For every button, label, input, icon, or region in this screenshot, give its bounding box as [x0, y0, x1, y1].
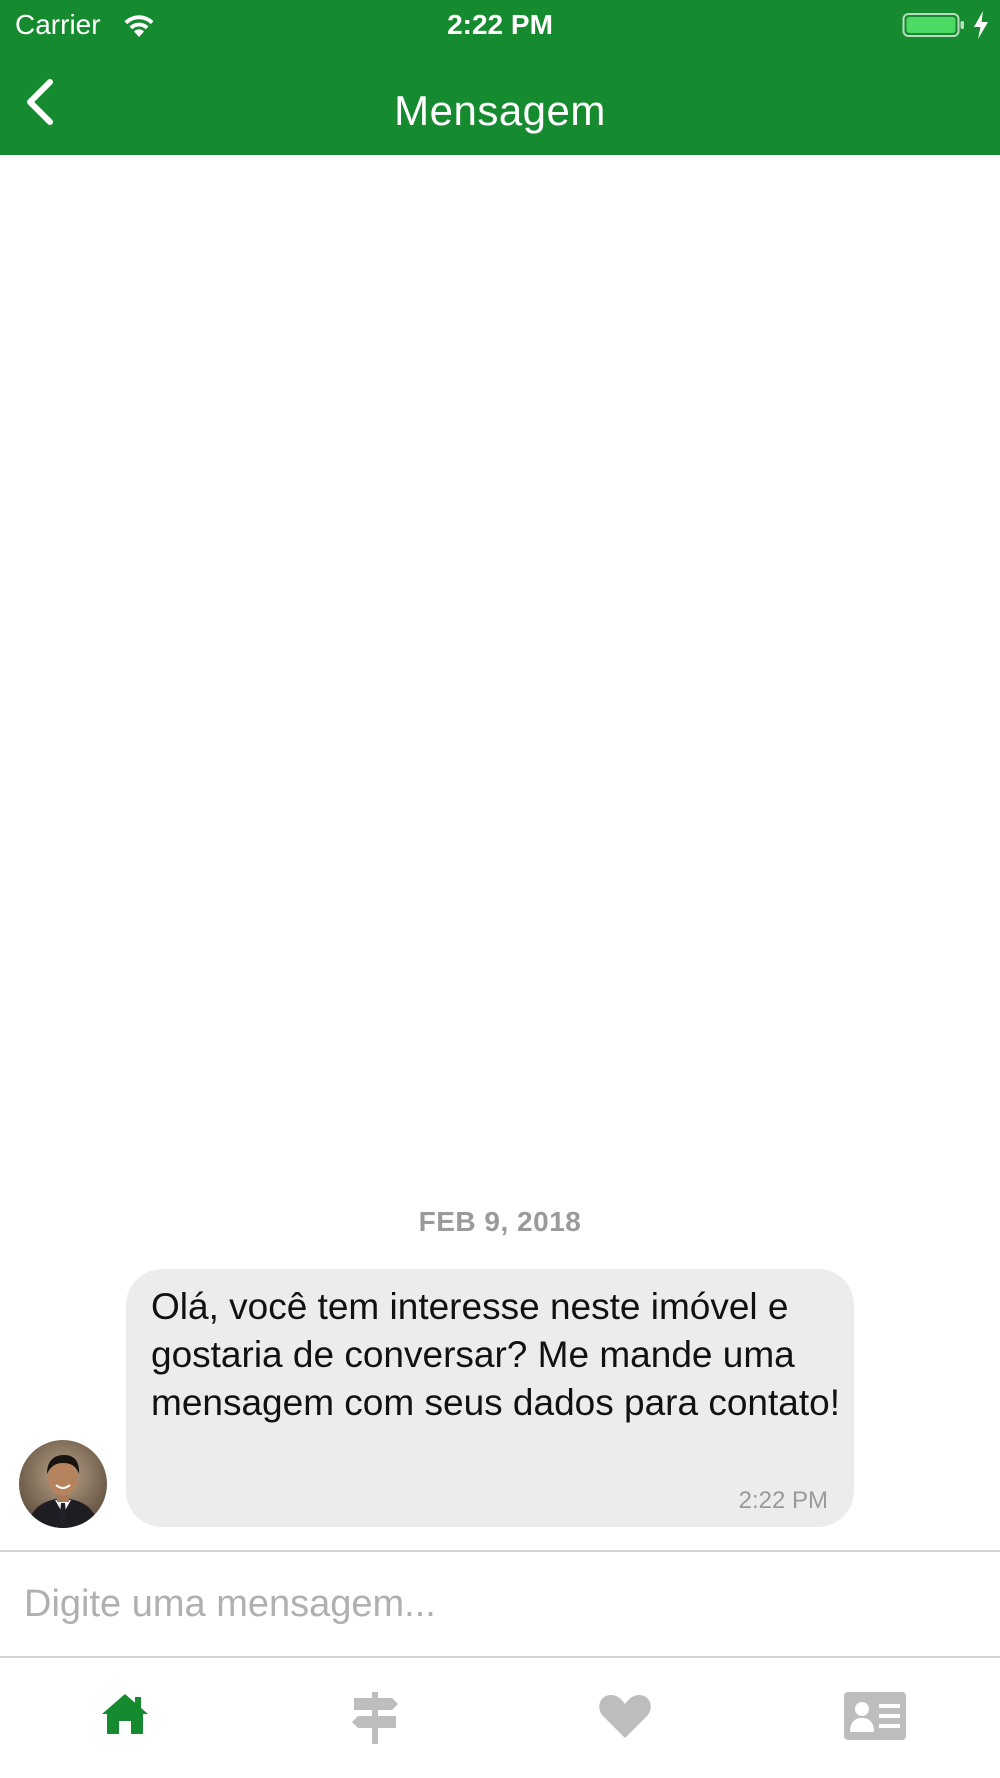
header: Carrier 2:22 PM Mensagem — [0, 0, 1000, 155]
tab-bar — [0, 1658, 1000, 1778]
battery-icon — [902, 13, 964, 37]
tab-contact[interactable] — [750, 1658, 1000, 1778]
status-time: 2:22 PM — [447, 9, 553, 40]
message-list[interactable]: FEB 9, 2018 Olá, você tem interesse nest… — [0, 155, 1000, 1550]
message-text: Olá, você tem interesse neste imóvel e g… — [151, 1286, 840, 1423]
tab-signpost[interactable] — [250, 1658, 500, 1778]
composer — [0, 1552, 1000, 1656]
chat-screen: Carrier 2:22 PM Mensagem FEB 9, 2018 Olá… — [0, 0, 1000, 1778]
signpost-icon — [352, 1692, 398, 1744]
message-bubble[interactable]: Olá, você tem interesse neste imóvel e g… — [126, 1269, 854, 1527]
contact-card-icon — [844, 1692, 906, 1740]
message-timestamp: 2:22 PM — [738, 1487, 828, 1514]
tab-favorites[interactable] — [500, 1658, 750, 1778]
tab-home[interactable] — [0, 1658, 250, 1778]
charging-bolt-icon — [974, 11, 988, 39]
message-input[interactable] — [0, 1552, 1000, 1656]
avatar-photo — [19, 1440, 107, 1528]
date-separator: FEB 9, 2018 — [418, 1206, 582, 1237]
nav-bar: Mensagem — [0, 50, 1000, 155]
page-title: Mensagem — [394, 87, 606, 134]
avatar[interactable] — [19, 1440, 107, 1528]
home-icon — [102, 1694, 148, 1734]
status-bar: Carrier 2:22 PM — [0, 0, 1000, 50]
heart-icon — [599, 1695, 651, 1738]
